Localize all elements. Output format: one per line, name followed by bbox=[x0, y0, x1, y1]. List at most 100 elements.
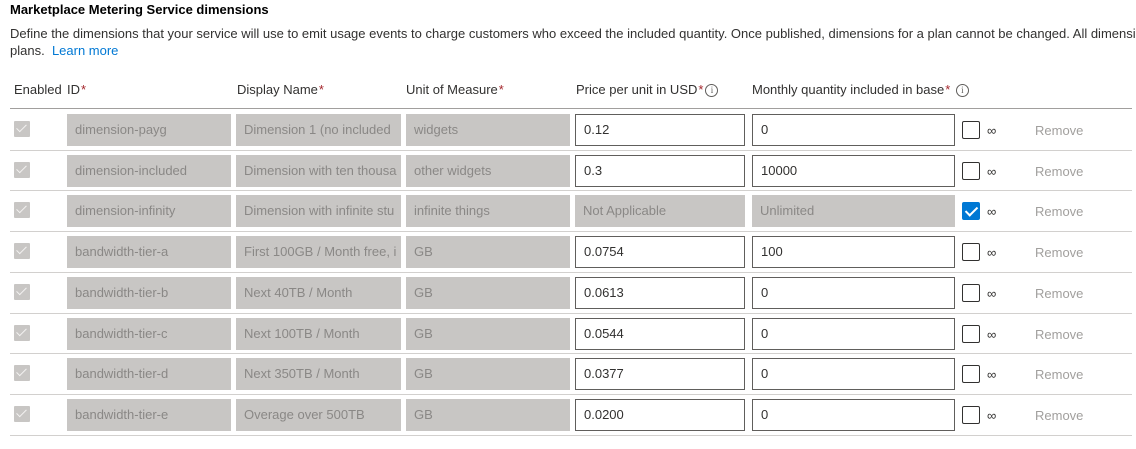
display-name-field: Next 100TB / Month bbox=[236, 317, 401, 350]
table-row: bandwidth-tier-c Next 100TB / Month GB 0.05… bbox=[0, 313, 1136, 354]
unlimited-checkbox[interactable] bbox=[962, 365, 980, 384]
section-description: Define the dimensions that your service … bbox=[10, 25, 1136, 59]
enabled-checkbox bbox=[14, 243, 30, 260]
header-quantity: Monthly quantity included in base* i bbox=[752, 82, 969, 97]
infinity-icon: ∞ bbox=[987, 245, 997, 261]
price-input[interactable]: 0.0544 bbox=[575, 317, 745, 350]
unlimited-checkbox[interactable] bbox=[962, 161, 980, 180]
quantity-input[interactable]: 0 bbox=[752, 317, 955, 350]
remove-button[interactable]: Remove bbox=[1035, 325, 1083, 345]
header-price-label: Price per unit in USD bbox=[576, 82, 698, 97]
table-row: dimension-infinity Dimension with infinit… bbox=[0, 190, 1136, 231]
required-marker: * bbox=[945, 82, 951, 97]
unit-field: other widgets bbox=[406, 154, 570, 187]
id-field: bandwidth-tier-b bbox=[67, 276, 231, 309]
unlimited-checkbox[interactable] bbox=[962, 405, 980, 424]
quantity-input[interactable]: 10000 bbox=[752, 154, 955, 187]
header-enabled-label: Enabled bbox=[14, 82, 62, 97]
remove-button[interactable]: Remove bbox=[1035, 365, 1083, 385]
price-input[interactable]: 0.0377 bbox=[575, 358, 745, 391]
header-display-name-label: Display Name bbox=[237, 82, 318, 97]
unlimited-checkbox[interactable] bbox=[962, 243, 980, 262]
display-name-field: Next 350TB / Month bbox=[236, 358, 401, 391]
remove-button[interactable]: Remove bbox=[1035, 202, 1083, 222]
remove-button[interactable]: Remove bbox=[1035, 406, 1083, 426]
price-input[interactable]: 0.12 bbox=[575, 114, 745, 146]
infinity-icon: ∞ bbox=[987, 407, 997, 423]
infinity-icon: ∞ bbox=[987, 123, 997, 138]
id-field: dimension-payg bbox=[67, 114, 231, 146]
remove-button[interactable]: Remove bbox=[1035, 121, 1083, 141]
enabled-checkbox bbox=[14, 365, 30, 382]
enabled-checkbox bbox=[14, 283, 30, 300]
header-display-name: Display Name* bbox=[237, 82, 324, 97]
quantity-input[interactable]: 0 bbox=[752, 358, 955, 391]
id-field: bandwidth-tier-e bbox=[67, 398, 231, 431]
id-field: dimension-included bbox=[67, 154, 231, 187]
enabled-checkbox bbox=[14, 405, 30, 422]
header-id-label: ID bbox=[67, 82, 80, 97]
table-row: bandwidth-tier-b Next 40TB / Month GB 0.061… bbox=[0, 272, 1136, 313]
infinity-icon: ∞ bbox=[987, 326, 997, 342]
display-name-field: Dimension with ten thousa bbox=[236, 154, 401, 187]
header-id: ID* bbox=[67, 82, 86, 97]
quantity-input[interactable]: 0 bbox=[752, 114, 955, 146]
unit-field: infinite things bbox=[406, 195, 570, 228]
enabled-checkbox bbox=[14, 324, 30, 341]
quantity-input[interactable]: 0 bbox=[752, 276, 955, 309]
table-row: dimension-payg Dimension 1 (no included wi… bbox=[0, 109, 1136, 150]
row-divider bbox=[10, 435, 1132, 436]
infinity-icon: ∞ bbox=[987, 163, 997, 179]
table-row: bandwidth-tier-d Next 350TB / Month GB 0.03… bbox=[0, 353, 1136, 394]
display-name-field: Dimension with infinite stu bbox=[236, 195, 401, 228]
remove-button[interactable]: Remove bbox=[1035, 284, 1083, 304]
id-field: dimension-infinity bbox=[67, 195, 231, 228]
quantity-input[interactable]: 0 bbox=[752, 398, 955, 431]
quantity-info-icon[interactable]: i bbox=[955, 84, 969, 97]
unlimited-checkbox[interactable] bbox=[962, 283, 980, 302]
header-unit: Unit of Measure* bbox=[406, 82, 504, 97]
unit-field: GB bbox=[406, 398, 570, 431]
unlimited-checkbox[interactable] bbox=[962, 324, 980, 343]
unit-field: GB bbox=[406, 317, 570, 350]
enabled-checkbox bbox=[14, 121, 30, 137]
price-input[interactable]: 0.3 bbox=[575, 154, 745, 187]
display-name-field: Next 40TB / Month bbox=[236, 276, 401, 309]
id-field: bandwidth-tier-d bbox=[67, 358, 231, 391]
unlimited-checkbox[interactable] bbox=[962, 202, 980, 221]
unit-field: GB bbox=[406, 236, 570, 269]
infinity-icon: ∞ bbox=[987, 367, 997, 383]
description-text-line2: plans. bbox=[10, 43, 45, 58]
required-marker: * bbox=[698, 82, 704, 97]
unit-field: GB bbox=[406, 276, 570, 309]
required-marker: * bbox=[498, 82, 504, 97]
enabled-checkbox bbox=[14, 202, 30, 219]
price-info-icon[interactable]: i bbox=[705, 84, 719, 97]
quantity-input: Unlimited bbox=[752, 195, 955, 228]
remove-button[interactable]: Remove bbox=[1035, 243, 1083, 263]
display-name-field: Dimension 1 (no included bbox=[236, 114, 401, 146]
description-text-line1: Define the dimensions that your service … bbox=[10, 26, 1136, 41]
display-name-field: First 100GB / Month free, i bbox=[236, 236, 401, 269]
remove-button[interactable]: Remove bbox=[1035, 162, 1083, 182]
unit-field: GB bbox=[406, 358, 570, 391]
quantity-input[interactable]: 100 bbox=[752, 236, 955, 269]
description-line2: plans. Learn more bbox=[10, 42, 1136, 59]
unlimited-checkbox[interactable] bbox=[962, 121, 980, 139]
table-row: bandwidth-tier-a First 100GB / Month free… bbox=[0, 231, 1136, 272]
table-row: bandwidth-tier-e Overage over 500TB GB 0.02… bbox=[0, 394, 1136, 435]
metering-dimensions-panel: Marketplace Metering Service dimensions … bbox=[0, 0, 1136, 449]
learn-more-link[interactable]: Learn more bbox=[52, 43, 118, 58]
price-input[interactable]: 0.0613 bbox=[575, 276, 745, 309]
required-marker: * bbox=[318, 82, 324, 97]
header-price: Price per unit in USD* i bbox=[576, 82, 719, 97]
id-field: bandwidth-tier-c bbox=[67, 317, 231, 350]
infinity-icon: ∞ bbox=[987, 204, 997, 220]
display-name-field: Overage over 500TB bbox=[236, 398, 401, 431]
unit-field: widgets bbox=[406, 114, 570, 146]
required-marker: * bbox=[81, 82, 87, 97]
price-input[interactable]: 0.0200 bbox=[575, 398, 745, 431]
price-input[interactable]: 0.0754 bbox=[575, 236, 745, 269]
section-title: Marketplace Metering Service dimensions bbox=[10, 2, 269, 17]
infinity-icon: ∞ bbox=[987, 285, 997, 301]
